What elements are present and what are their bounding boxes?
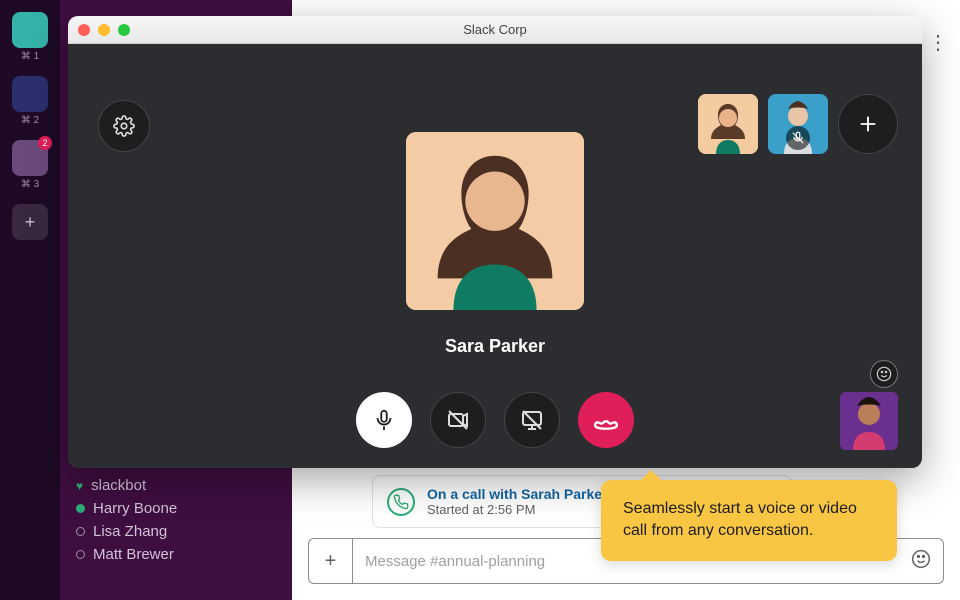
call-titlebar: Slack Corp <box>68 16 922 44</box>
composer-placeholder: Message #annual-planning <box>365 553 545 570</box>
workspace-badge: 2 <box>38 136 52 150</box>
call-body: Sara Parker <box>68 44 922 468</box>
feature-tooltip: Seamlessly start a voice or video call f… <box>601 480 897 561</box>
workspace-switch-2[interactable]: ⌘ 2 <box>12 76 48 112</box>
fullscreen-window-button[interactable] <box>118 24 130 36</box>
microphone-icon <box>373 409 395 431</box>
camera-off-icon <box>446 408 470 432</box>
composer-attach-button[interactable]: + <box>308 538 352 584</box>
participant-thumb-2[interactable] <box>768 94 828 154</box>
workspace-switch-1[interactable]: ⌘ 1 <box>12 12 48 48</box>
presence-away-icon <box>76 550 85 559</box>
presence-away-icon <box>76 527 85 536</box>
end-call-button[interactable] <box>578 392 634 448</box>
presence-active-icon <box>76 504 85 513</box>
dm-label: slackbot <box>91 477 146 494</box>
phone-icon <box>387 488 415 516</box>
dm-item-lisa[interactable]: Lisa Zhang <box>76 520 276 543</box>
call-window-title: Slack Corp <box>68 22 922 37</box>
dm-item-matt[interactable]: Matt Brewer <box>76 543 276 566</box>
mute-button[interactable] <box>356 392 412 448</box>
add-workspace-button[interactable]: + <box>12 204 48 240</box>
workspace-switch-3[interactable]: 2 ⌘ 3 <box>12 140 48 176</box>
tooltip-text: Seamlessly start a voice or video call f… <box>623 500 857 539</box>
muted-icon <box>786 126 810 150</box>
dm-label: Matt Brewer <box>93 546 174 563</box>
call-window: Slack Corp Sara Parker <box>68 16 922 468</box>
minimize-window-button[interactable] <box>98 24 110 36</box>
caller-name: Sara Parker <box>445 336 545 357</box>
plus-icon <box>857 113 879 135</box>
heart-icon: ♥ <box>76 479 83 493</box>
hangup-icon <box>593 407 619 433</box>
gear-icon <box>113 115 135 137</box>
smile-icon <box>876 366 892 382</box>
self-video-thumb[interactable] <box>840 392 898 450</box>
call-notice-title: On a call with Sarah Parker <box>427 486 608 502</box>
more-menu-button[interactable]: ⋮ <box>928 30 948 55</box>
dm-item-harry[interactable]: Harry Boone <box>76 497 276 520</box>
camera-toggle-button[interactable] <box>430 392 486 448</box>
workspaces-rail: ⌘ 1 ⌘ 2 2 ⌘ 3 + <box>0 0 60 600</box>
dm-label: Lisa Zhang <box>93 523 167 540</box>
call-notice-subtitle: Started at 2:56 PM <box>427 502 608 517</box>
dm-item-slackbot[interactable]: ♥ slackbot <box>76 474 276 497</box>
share-screen-button[interactable] <box>504 392 560 448</box>
add-participant-button[interactable] <box>838 94 898 154</box>
caller-avatar <box>406 132 584 310</box>
dm-label: Harry Boone <box>93 500 177 517</box>
participant-thumb-1[interactable] <box>698 94 758 154</box>
emoji-picker-icon[interactable] <box>911 549 931 573</box>
call-controls <box>356 392 634 448</box>
reactions-button[interactable] <box>870 360 898 388</box>
close-window-button[interactable] <box>78 24 90 36</box>
share-screen-off-icon <box>520 408 544 432</box>
call-settings-button[interactable] <box>98 100 150 152</box>
